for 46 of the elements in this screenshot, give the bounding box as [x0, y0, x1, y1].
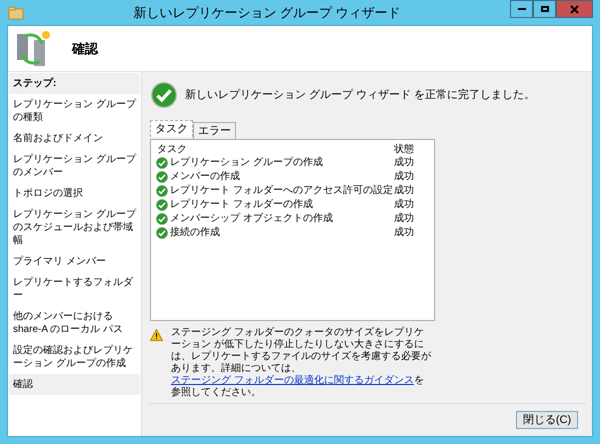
check-icon: [156, 227, 168, 239]
step-item: 名前およびドメイン: [12, 132, 104, 146]
server-sync-icon: [14, 30, 52, 68]
table-cell: 成功: [394, 156, 414, 170]
table-cell: メンバーの作成: [170, 170, 240, 184]
table-cell: 成功: [394, 212, 414, 226]
step-item: レプリケートするフォルダー: [12, 276, 134, 303]
warning-text: ステージング フォルダーのクォータのサイズをレプリケーション が低下したり停止したりしない大きさにするには、レプリケートするファイルのサイズを考慮する必要があります。詳細については、 ステージング フォルダーの最適化に関するガイダンスを参照してください。: [171, 327, 432, 399]
close-dialog-button[interactable]: 閉じる(C): [516, 411, 578, 429]
minimize-button[interactable]: [510, 0, 533, 18]
table-cell: 接続の作成: [170, 226, 220, 240]
tab[interactable]: タスク: [150, 120, 193, 137]
check-icon: [156, 213, 168, 225]
step-item: レプリケーション グループのメンバー: [12, 152, 138, 180]
page-title: 確認: [72, 40, 98, 58]
table-cell: 成功: [394, 184, 414, 198]
table-cell: レプリケート フォルダーの作成: [170, 198, 313, 212]
folder-icon: [8, 6, 24, 20]
table-cell: 成功: [394, 198, 414, 212]
check-icon: [156, 157, 168, 169]
close-button[interactable]: [556, 0, 593, 18]
table-cell: レプリケーション グループの作成: [170, 156, 323, 170]
tab[interactable]: エラー: [193, 122, 236, 139]
step-item: レプリケーション グループの種類: [12, 98, 138, 125]
window-title: 新しいレプリケーション グループ ウィザード: [132, 4, 402, 22]
column-header[interactable]: タスク: [154, 143, 394, 156]
column-header[interactable]: 状態: [394, 143, 414, 156]
step-item: 他のメンバーにおける share-A のローカル パス: [12, 310, 124, 337]
success-message: 新しいレプリケーション グループ ウィザード を正常に完了しました。: [185, 88, 536, 103]
step-item: 設定の確認およびレプリケーション グループの作成: [12, 344, 134, 371]
check-icon: [151, 82, 177, 108]
close-icon: [570, 4, 579, 14]
check-icon: [156, 185, 168, 197]
check-icon: [156, 171, 168, 183]
table-cell: 成功: [394, 226, 414, 240]
step-item: 確認: [9, 374, 140, 395]
step-item: レプリケーション グループのスケジュールおよび帯域幅: [12, 208, 138, 248]
check-icon: [156, 199, 168, 211]
step-item: プライマリ メンバー: [12, 254, 107, 269]
table-cell: メンバーシップ オブジェクトの作成: [170, 212, 333, 226]
table-cell: レプリケート フォルダーへのアクセス許可の設定: [170, 184, 393, 198]
step-item: トポロジの選択: [12, 187, 84, 201]
table-cell: 成功: [394, 170, 414, 184]
guidance-link[interactable]: ステージング フォルダーの最適化に関するガイダンス: [171, 375, 414, 386]
steps-heading: ステップ:: [9, 73, 140, 94]
warning-icon: [150, 329, 163, 341]
